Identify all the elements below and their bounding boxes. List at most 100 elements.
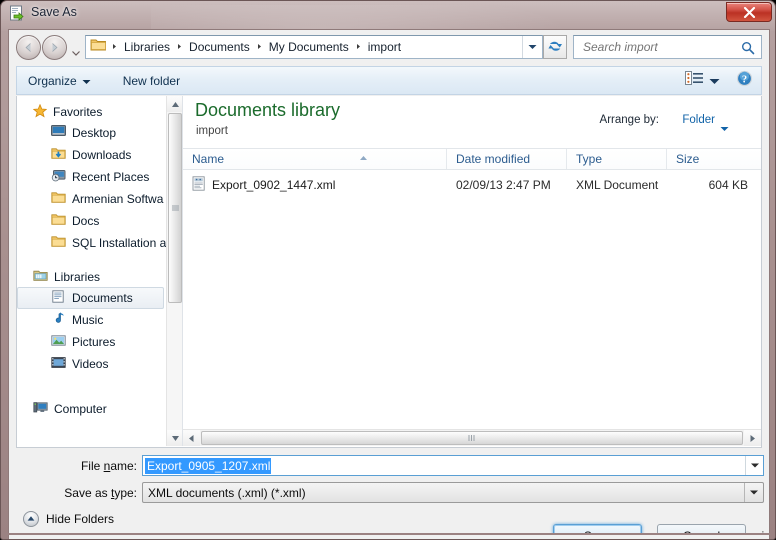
sidebar-item-sql-installation[interactable]: SQL Installation a xyxy=(17,232,166,254)
file-name-input[interactable]: Export_0905_1207.xml xyxy=(142,455,764,476)
recent-places-icon xyxy=(51,169,66,185)
sidebar-group-libraries[interactable]: Libraries xyxy=(17,267,166,287)
svg-text:?: ? xyxy=(742,74,747,85)
file-name-dropdown-button[interactable] xyxy=(745,456,763,475)
breadcrumb-import[interactable]: import xyxy=(364,38,405,56)
glass-sheen xyxy=(1,1,775,31)
column-header-type[interactable]: Type xyxy=(567,149,667,169)
back-button[interactable] xyxy=(16,35,41,60)
sidebar-item-label: Recent Places xyxy=(72,170,150,184)
file-name-label-pre: File xyxy=(80,459,104,473)
sidebar-item-pictures[interactable]: Pictures xyxy=(17,331,166,353)
sidebar-scrollbar-thumb[interactable] xyxy=(168,113,182,303)
new-folder-button[interactable]: New folder xyxy=(116,71,187,91)
save-as-type-dropdown-button[interactable] xyxy=(744,483,763,502)
caret-down-icon[interactable] xyxy=(720,119,729,137)
sidebar-item-label: Music xyxy=(72,313,104,327)
breadcrumb-documents[interactable]: Documents xyxy=(185,38,254,56)
sidebar-vertical-scrollbar[interactable] xyxy=(166,96,182,446)
view-caret-down-icon[interactable] xyxy=(709,72,720,90)
scroll-up-arrow-icon[interactable] xyxy=(167,96,182,112)
file-name-label: File name: xyxy=(29,459,137,473)
caret-down-icon xyxy=(82,74,91,88)
address-dropdown-button[interactable] xyxy=(522,36,542,58)
search-box[interactable] xyxy=(573,35,762,59)
library-subtitle: import xyxy=(196,125,228,137)
column-label: Size xyxy=(676,152,700,166)
sidebar-item-armenian-software[interactable]: Armenian Softwa xyxy=(17,188,166,210)
star-icon xyxy=(32,103,48,121)
view-controls-group: ? xyxy=(685,67,753,94)
forward-button[interactable] xyxy=(42,35,67,60)
save-as-type-label-post: ype: xyxy=(114,486,137,500)
search-input[interactable] xyxy=(581,39,731,55)
folder-icon xyxy=(51,191,66,207)
column-label: Name xyxy=(192,152,225,166)
navigation-pane: Favorites Desktop Downloads Recent Place… xyxy=(17,96,183,446)
videos-library-icon xyxy=(51,356,66,372)
sidebar-group-computer[interactable]: Computer xyxy=(17,399,166,419)
sort-ascending-icon xyxy=(358,148,369,166)
sidebar-item-label: Armenian Softwa xyxy=(72,192,164,206)
recent-pages-dropdown[interactable] xyxy=(71,44,81,56)
breadcrumb-libraries[interactable]: Libraries xyxy=(120,38,174,56)
file-name-value[interactable]: Export_0905_1207.xml xyxy=(145,457,272,474)
scroll-left-arrow-icon[interactable] xyxy=(183,430,200,446)
save-button[interactable]: Save xyxy=(553,524,642,533)
breadcrumb-my-documents[interactable]: My Documents xyxy=(265,38,353,56)
list-horizontal-scrollbar[interactable] xyxy=(183,429,761,446)
sidebar-item-downloads[interactable]: Downloads xyxy=(17,144,166,166)
sidebar-item-label: Downloads xyxy=(72,148,132,162)
save-as-type-value: XML documents (.xml) (*.xml) xyxy=(148,485,306,500)
sidebar-group-favorites[interactable]: Favorites xyxy=(17,102,166,122)
resize-grip-icon[interactable] xyxy=(754,527,765,533)
column-header-date-modified[interactable]: Date modified xyxy=(447,149,567,169)
arrange-by-label: Arrange by: xyxy=(599,114,659,126)
navigation-bar: Libraries Documents My Documents import xyxy=(9,30,769,66)
title-bar[interactable]: Save As xyxy=(1,1,775,65)
window-title: Save As xyxy=(31,5,77,19)
help-icon[interactable]: ? xyxy=(736,70,753,92)
cancel-button[interactable]: Cancel xyxy=(657,524,746,533)
column-label: Date modified xyxy=(456,152,531,166)
change-view-icon[interactable] xyxy=(685,71,703,90)
sidebar-item-videos[interactable]: Videos xyxy=(17,353,166,375)
music-library-icon xyxy=(51,312,66,328)
sidebar-group-label: Favorites xyxy=(53,105,103,119)
sidebar-item-recent-places[interactable]: Recent Places xyxy=(17,166,166,188)
sidebar-item-docs[interactable]: Docs xyxy=(17,210,166,232)
table-row[interactable]: Export_0902_1447.xml 02/09/13 2:47 PM XM… xyxy=(183,174,761,196)
save-form-area: File name: Export_0905_1207.xml Save as … xyxy=(9,449,769,509)
search-icon[interactable] xyxy=(741,41,755,60)
close-button[interactable] xyxy=(726,2,772,22)
sidebar-item-desktop[interactable]: Desktop xyxy=(17,122,166,144)
save-as-dialog-window: Save As Libraries Documents My Documents… xyxy=(0,0,776,540)
save-as-document-icon xyxy=(9,5,26,22)
address-bar-breadcrumbs[interactable]: Libraries Documents My Documents import xyxy=(85,35,543,59)
sidebar-item-documents[interactable]: Documents xyxy=(17,287,164,309)
breadcrumb-separator xyxy=(353,38,364,56)
organize-label: Organize xyxy=(28,73,77,88)
arrange-by-value[interactable]: Folder xyxy=(682,114,715,126)
horizontal-scrollbar-thumb[interactable] xyxy=(201,431,743,445)
organize-button[interactable]: Organize xyxy=(21,71,98,91)
save-as-type-label-pre: Save as xyxy=(64,486,111,500)
scroll-down-arrow-icon[interactable] xyxy=(167,430,182,446)
refresh-button[interactable] xyxy=(543,35,567,59)
file-type-cell: XML Document xyxy=(576,178,659,192)
libraries-icon xyxy=(33,269,48,285)
dialog-button-row: Save Cancel xyxy=(9,524,769,533)
sidebar-item-music[interactable]: Music xyxy=(17,309,166,331)
folder-icon xyxy=(90,37,107,57)
column-header-size[interactable]: Size xyxy=(667,149,760,169)
xml-document-icon xyxy=(192,176,206,194)
column-header-row: Name Date modified Type Size xyxy=(183,148,761,170)
library-header: Documents library import Arrange by: Fol… xyxy=(183,96,761,148)
save-as-type-select[interactable]: XML documents (.xml) (*.xml) xyxy=(142,482,764,503)
scroll-right-arrow-icon[interactable] xyxy=(744,430,761,446)
sidebar-item-label: Desktop xyxy=(72,126,117,140)
column-header-name[interactable]: Name xyxy=(183,149,447,169)
computer-icon xyxy=(33,401,48,417)
downloads-folder-icon xyxy=(51,147,66,163)
